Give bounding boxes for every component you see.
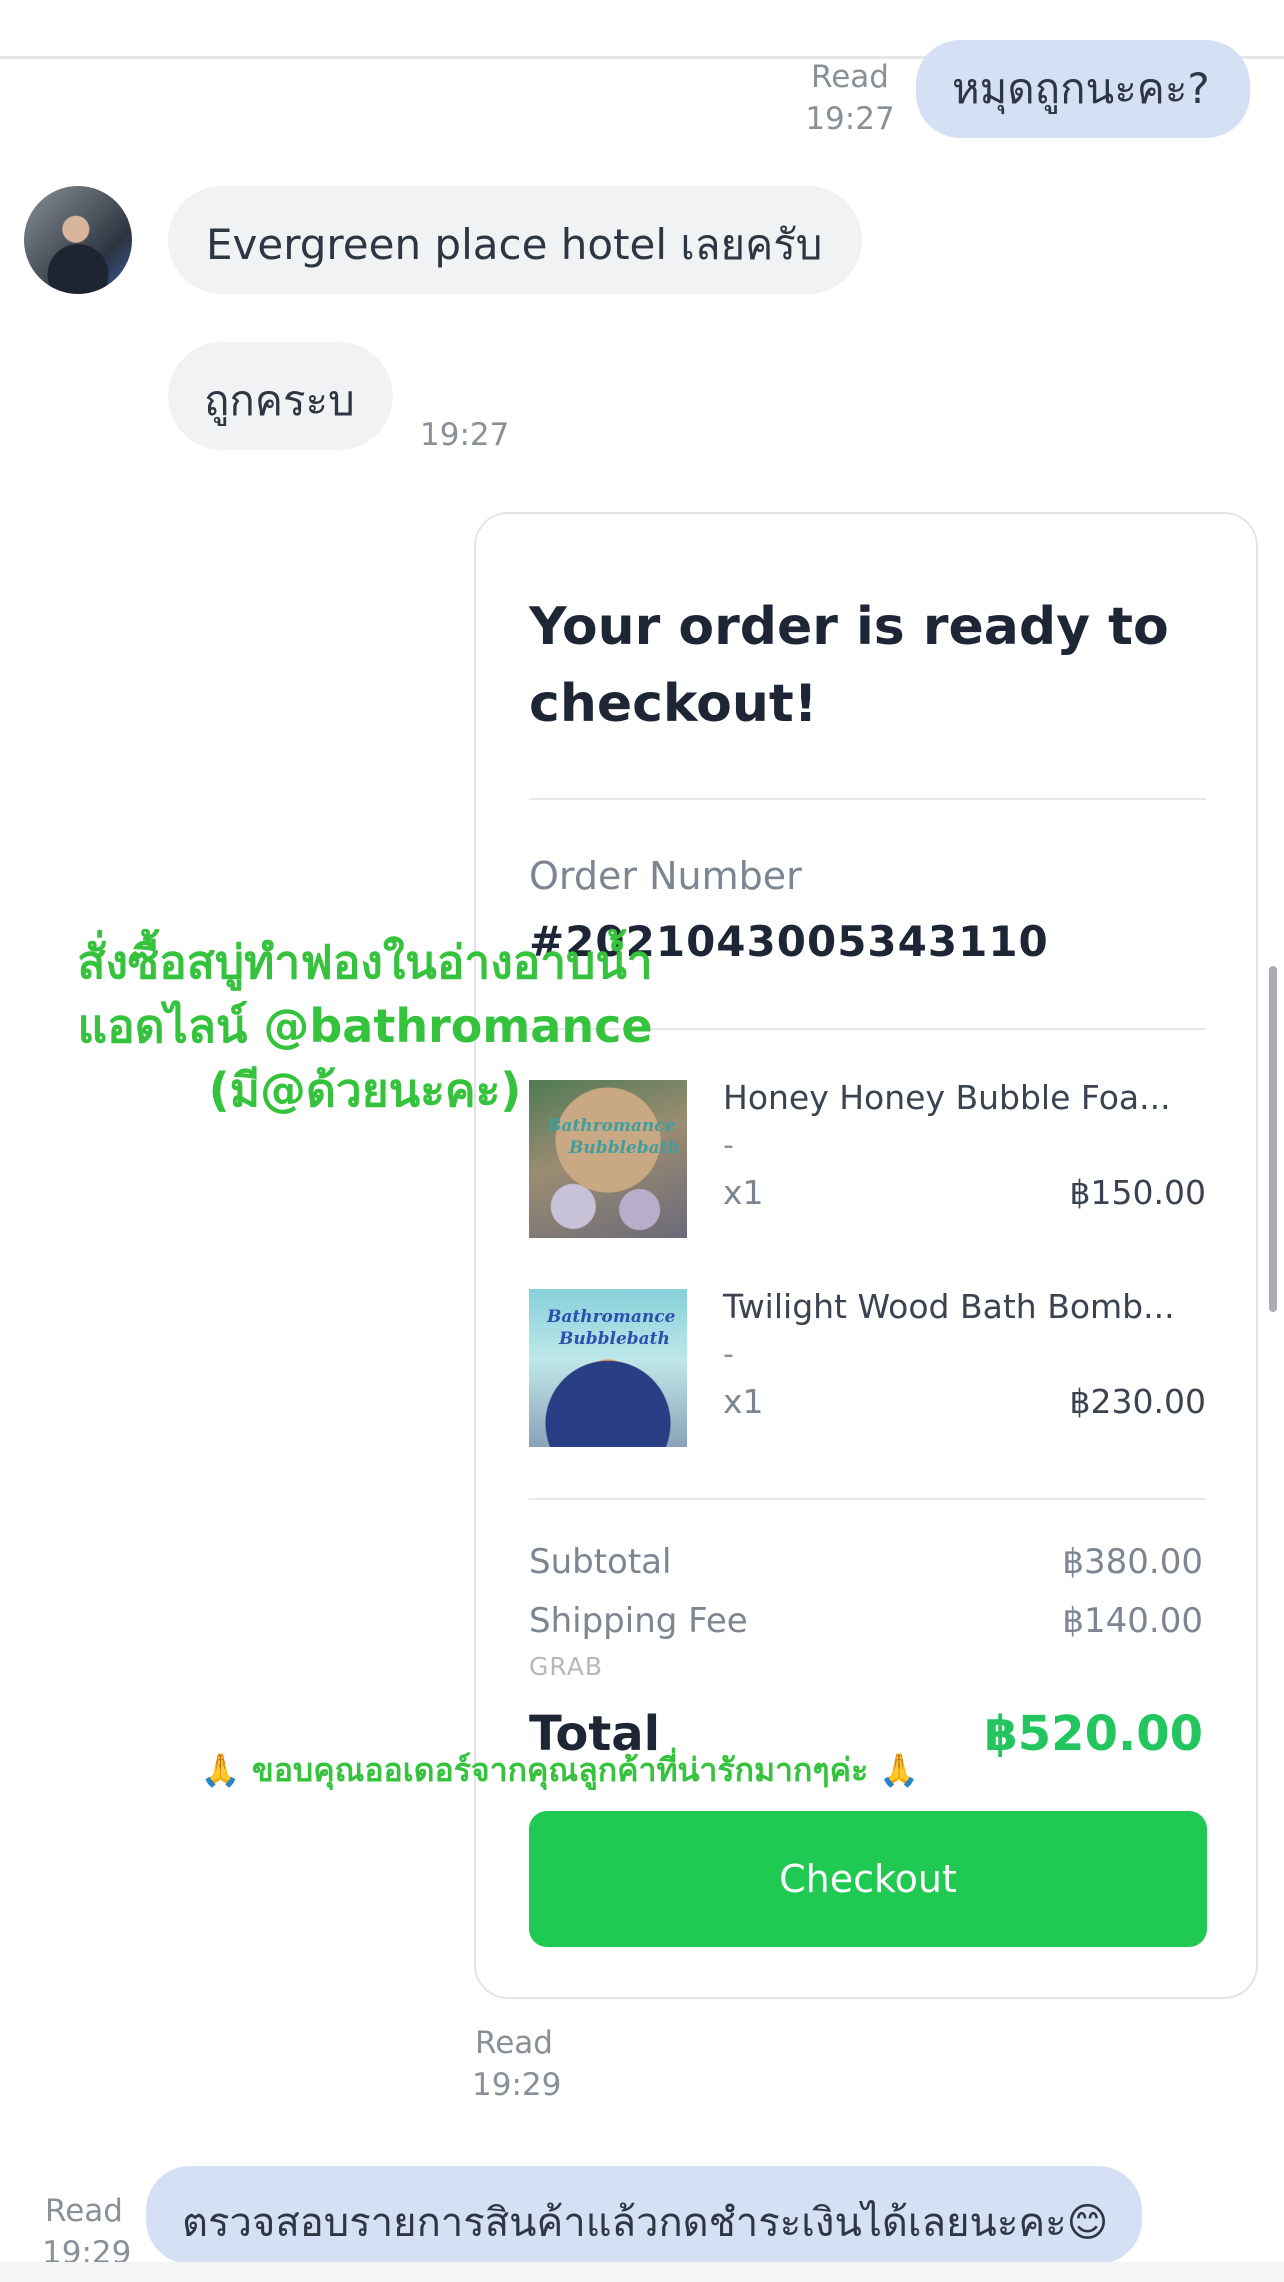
thumbnail-caption: Bubblebath	[569, 1138, 680, 1158]
promo-overlay-text: สั่งซื้อสบู่ทำฟองในอ่างอาบน้ำ แอดไลน์ @b…	[0, 930, 730, 1122]
order-number-label: Order Number	[529, 854, 802, 898]
thumbnail-caption: Bathromance	[547, 1307, 676, 1327]
card-divider	[529, 798, 1206, 800]
order-item[interactable]: Bathromance Bubblebath Twilight Wood Bat…	[529, 1287, 1206, 1447]
message-meta: Read 19:27	[800, 56, 900, 140]
item-name: Honey Honey Bubble Foa...	[723, 1078, 1171, 1117]
contact-avatar[interactable]	[24, 186, 132, 294]
message-time: 19:27	[805, 101, 895, 137]
card-divider	[529, 1498, 1206, 1500]
promo-line: สั่งซื้อสบู่ทำฟองในอ่างอาบน้ำ	[77, 935, 653, 989]
item-quantity: x1	[723, 1382, 764, 1421]
promo-line: แอดไลน์ @bathromance	[77, 999, 653, 1053]
order-card-title: Your order is ready to checkout!	[529, 597, 1169, 734]
item-price: ฿230.00	[1069, 1382, 1206, 1421]
item-variant: -	[723, 1128, 734, 1163]
outgoing-message-bubble[interactable]: ตรวจสอบรายการสินค้าแล้วกดชำระเงินได้เลยน…	[146, 2166, 1143, 2264]
shipping-method: GRAB	[529, 1652, 603, 1681]
item-price: ฿150.00	[1069, 1173, 1206, 1212]
message-text: Evergreen place hotel เลยครับ	[206, 220, 823, 269]
message-time: 19:29	[472, 2067, 562, 2103]
item-name: Twilight Wood Bath Bomb...	[723, 1287, 1175, 1326]
shipping-fee-label: Shipping Fee	[529, 1601, 748, 1641]
chat-screen: Read 19:27 หมุดถูกนะคะ? Evergreen place …	[0, 0, 1284, 2282]
subtotal-label: Subtotal	[529, 1542, 672, 1582]
read-status: Read	[45, 2193, 123, 2229]
scrollbar[interactable]	[1269, 966, 1277, 1312]
subtotal-value: ฿380.00	[1062, 1542, 1203, 1582]
outgoing-message-bubble[interactable]: หมุดถูกนะคะ?	[916, 40, 1250, 138]
message-text: ถูกคระบ	[204, 376, 355, 425]
total-value: ฿520.00	[984, 1706, 1203, 1762]
checkout-button[interactable]: Checkout	[529, 1811, 1207, 1947]
message-meta: Read 19:29	[472, 2022, 562, 2106]
bottom-bar	[0, 2262, 1284, 2282]
read-status: Read	[811, 59, 889, 95]
item-quantity: x1	[723, 1173, 764, 1212]
thumbnail-caption: Bubblebath	[559, 1329, 670, 1349]
product-thumbnail: Bathromance Bubblebath	[529, 1289, 687, 1447]
item-variant: -	[723, 1337, 734, 1372]
shipping-fee-value: ฿140.00	[1062, 1601, 1203, 1641]
message-text: ตรวจสอบรายการสินค้าแล้วกดชำระเงินได้เลยน…	[182, 2200, 1109, 2246]
message-time: 19:27	[420, 417, 510, 453]
incoming-message-bubble[interactable]: Evergreen place hotel เลยครับ	[168, 186, 863, 294]
promo-line: (มี@ด้วยนะคะ)	[208, 1063, 522, 1117]
incoming-message-bubble[interactable]: ถูกคระบ	[168, 342, 393, 450]
read-status: Read	[475, 2025, 553, 2061]
message-text: หมุดถูกนะคะ?	[952, 64, 1210, 113]
thanks-overlay-text: 🙏 ขอบคุณออเดอร์จากคุณลูกค้าที่น่ารักมากๆ…	[200, 1751, 920, 1789]
